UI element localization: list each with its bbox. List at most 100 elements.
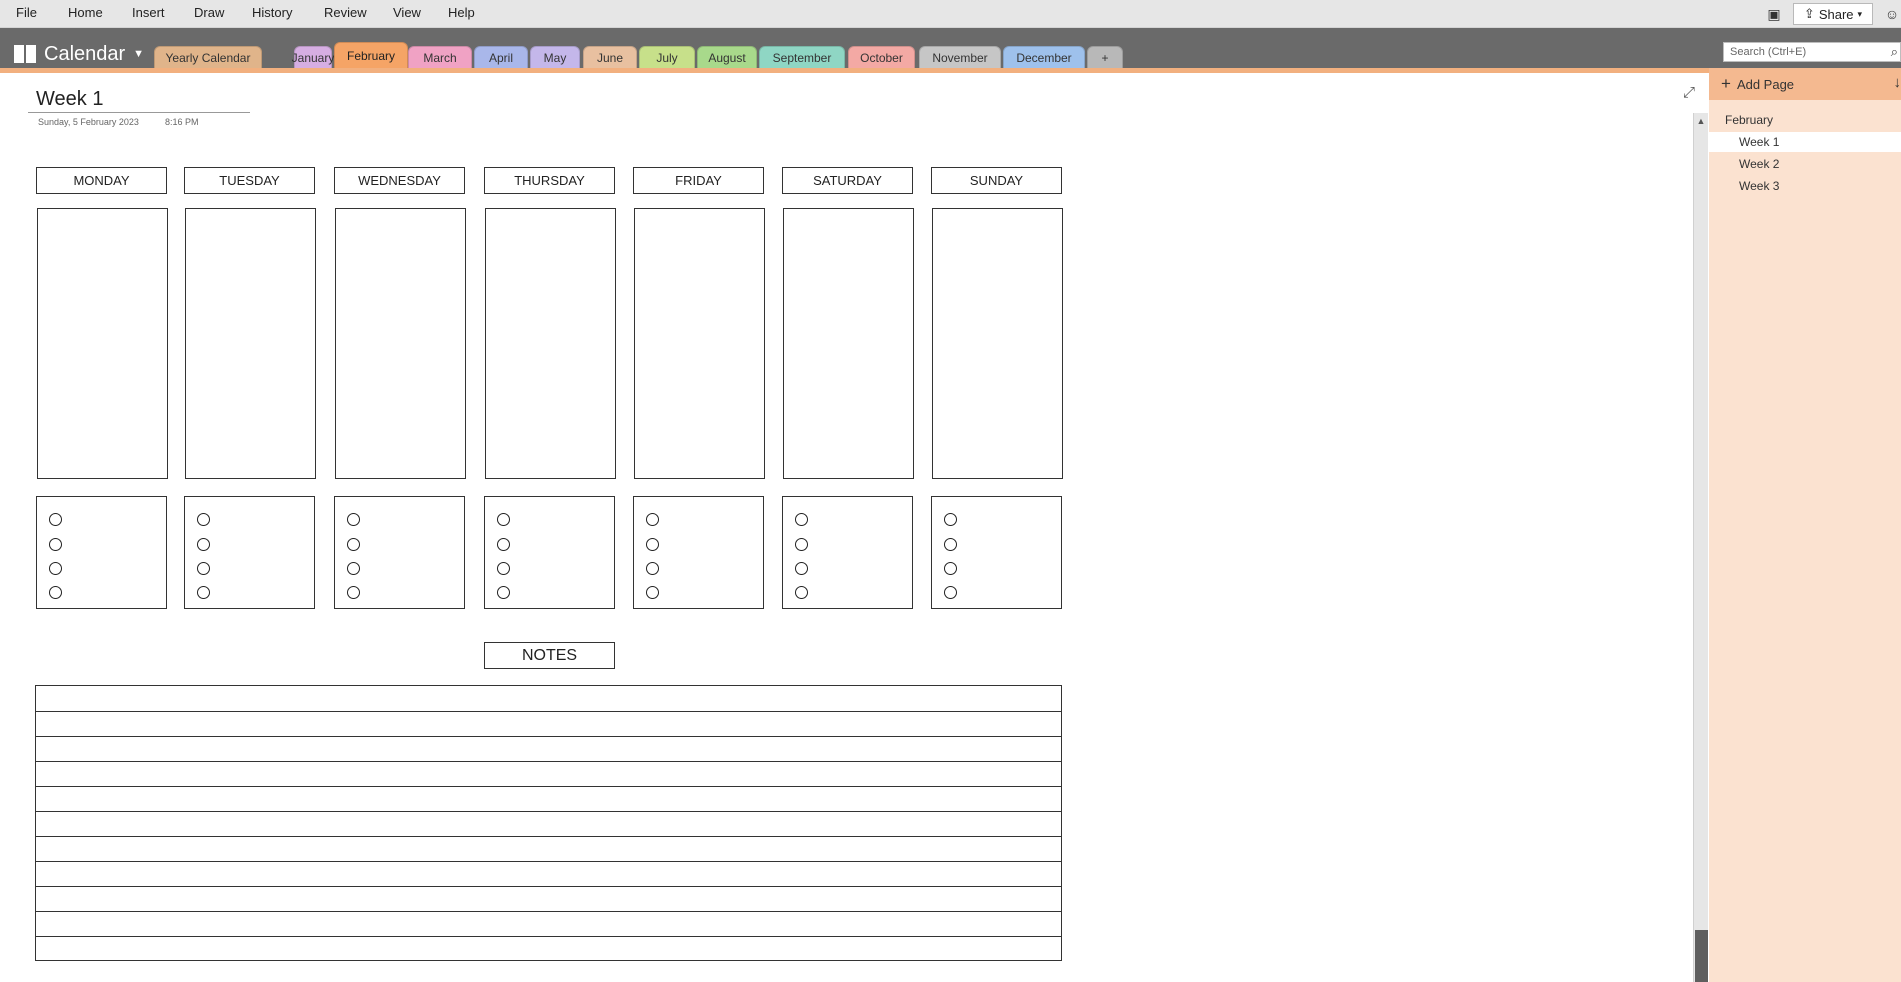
share-icon: ⇪ — [1803, 6, 1815, 21]
todo-checkbox[interactable] — [347, 586, 360, 599]
todo-checkbox[interactable] — [646, 562, 659, 575]
section-tab-bar: Calendar ▼ Yearly Calendar January Februar… — [0, 28, 1901, 68]
section-tab[interactable]: June — [583, 46, 637, 68]
day-notes-box[interactable] — [335, 208, 466, 479]
menu-help[interactable]: Help — [448, 5, 475, 20]
section-tab[interactable]: May — [530, 46, 580, 68]
search-placeholder: Search (Ctrl+E) — [1730, 46, 1807, 58]
notes-rule-line — [36, 761, 1061, 762]
todo-checkbox[interactable] — [646, 538, 659, 551]
menu-draw[interactable]: Draw — [194, 5, 224, 20]
day-todo-box — [184, 496, 315, 609]
share-label: Share — [1818, 6, 1854, 22]
notes-rule-line — [36, 936, 1061, 937]
scroll-up-arrow-icon[interactable]: ▲ — [1694, 113, 1708, 129]
notebook-view-icon[interactable]: ▣ — [1765, 5, 1783, 23]
todo-checkbox[interactable] — [944, 513, 957, 526]
section-tab[interactable]: January — [292, 46, 334, 68]
todo-checkbox[interactable] — [944, 562, 957, 575]
notes-rule-line — [36, 811, 1061, 812]
todo-checkbox[interactable] — [795, 586, 808, 599]
vertical-scrollbar[interactable]: ▲ — [1693, 113, 1708, 982]
day-todo-box — [484, 496, 615, 609]
share-button[interactable]: ⇪ Share ▾ — [1793, 3, 1873, 25]
day-notes-box[interactable] — [185, 208, 316, 479]
day-header: WEDNESDAY — [334, 167, 465, 194]
menu-file[interactable]: File — [16, 5, 37, 20]
todo-checkbox[interactable] — [347, 513, 360, 526]
day-notes-box[interactable] — [37, 208, 168, 479]
day-todo-box — [931, 496, 1062, 609]
notes-rule-line — [36, 836, 1061, 837]
section-tab[interactable]: December — [1003, 46, 1085, 68]
todo-checkbox[interactable] — [197, 562, 210, 575]
scrollbar-thumb[interactable] — [1695, 930, 1708, 982]
todo-checkbox[interactable] — [497, 513, 510, 526]
day-header: SATURDAY — [782, 167, 913, 194]
menu-view[interactable]: View — [393, 5, 421, 20]
notebook-icon — [14, 45, 36, 63]
notes-rule-line — [36, 736, 1061, 737]
menu-history[interactable]: History — [252, 5, 292, 20]
todo-checkbox[interactable] — [795, 538, 808, 551]
todo-checkbox[interactable] — [49, 513, 62, 526]
day-notes-box[interactable] — [485, 208, 616, 479]
menu-review[interactable]: Review — [324, 5, 367, 20]
ribbon-menu-bar: File Home Insert Draw History Review Vie… — [0, 0, 1901, 28]
section-tab[interactable]: October — [848, 46, 915, 68]
todo-checkbox[interactable] — [497, 538, 510, 551]
page-list-item[interactable]: Week 2 — [1709, 154, 1901, 174]
todo-checkbox[interactable] — [197, 538, 210, 551]
add-section-button[interactable]: + — [1087, 46, 1123, 68]
todo-checkbox[interactable] — [646, 513, 659, 526]
todo-checkbox[interactable] — [49, 562, 62, 575]
day-todo-box — [782, 496, 913, 609]
todo-checkbox[interactable] — [347, 538, 360, 551]
day-notes-box[interactable] — [932, 208, 1063, 479]
page-title[interactable]: Week 1 — [36, 88, 103, 111]
menu-insert[interactable]: Insert — [132, 5, 165, 20]
page-time: 8:16 PM — [165, 117, 199, 127]
add-page-label: Add Page — [1736, 76, 1795, 92]
search-icon[interactable]: ⌕ — [1891, 44, 1898, 60]
search-input[interactable]: Search (Ctrl+E) ⌕ — [1723, 42, 1901, 62]
section-tab[interactable]: April — [474, 46, 528, 68]
add-page-button[interactable]: + Add Page ↓ — [1709, 68, 1901, 100]
todo-checkbox[interactable] — [497, 586, 510, 599]
section-tab[interactable]: November — [919, 46, 1001, 68]
todo-checkbox[interactable] — [197, 513, 210, 526]
todo-checkbox[interactable] — [49, 586, 62, 599]
todo-checkbox[interactable] — [197, 586, 210, 599]
notes-rule-line — [36, 786, 1061, 787]
todo-checkbox[interactable] — [795, 562, 808, 575]
account-icon[interactable]: ☺ — [1883, 5, 1901, 23]
day-notes-box[interactable] — [634, 208, 765, 479]
notebook-selector[interactable]: Calendar ▼ — [14, 42, 144, 66]
todo-checkbox[interactable] — [944, 538, 957, 551]
todo-checkbox[interactable] — [49, 538, 62, 551]
menu-home[interactable]: Home — [68, 5, 103, 20]
day-todo-box — [633, 496, 764, 609]
todo-checkbox[interactable] — [347, 562, 360, 575]
page-date: Sunday, 5 February 2023 — [38, 117, 139, 127]
day-header: MONDAY — [36, 167, 167, 194]
todo-checkbox[interactable] — [646, 586, 659, 599]
sort-icon[interactable]: ↓ — [1894, 74, 1901, 91]
notes-rule-line — [36, 911, 1061, 912]
section-tab[interactable]: March — [408, 46, 472, 68]
page-list-item[interactable]: Week 3 — [1709, 176, 1901, 196]
section-tab[interactable]: February — [334, 42, 408, 68]
chevron-down-icon: ▼ — [133, 48, 145, 60]
page-list-item[interactable]: Week 1 — [1709, 132, 1901, 152]
expand-icon[interactable]: ⤢ — [1683, 84, 1695, 101]
todo-checkbox[interactable] — [497, 562, 510, 575]
plus-icon: + — [1721, 74, 1731, 93]
section-tab[interactable]: July — [639, 46, 695, 68]
section-tab[interactable]: August — [697, 46, 757, 68]
todo-checkbox[interactable] — [795, 513, 808, 526]
section-tab[interactable]: September — [759, 46, 845, 68]
notes-table[interactable] — [35, 685, 1062, 961]
todo-checkbox[interactable] — [944, 586, 957, 599]
day-notes-box[interactable] — [783, 208, 914, 479]
section-tab[interactable]: Yearly Calendar — [154, 46, 262, 68]
